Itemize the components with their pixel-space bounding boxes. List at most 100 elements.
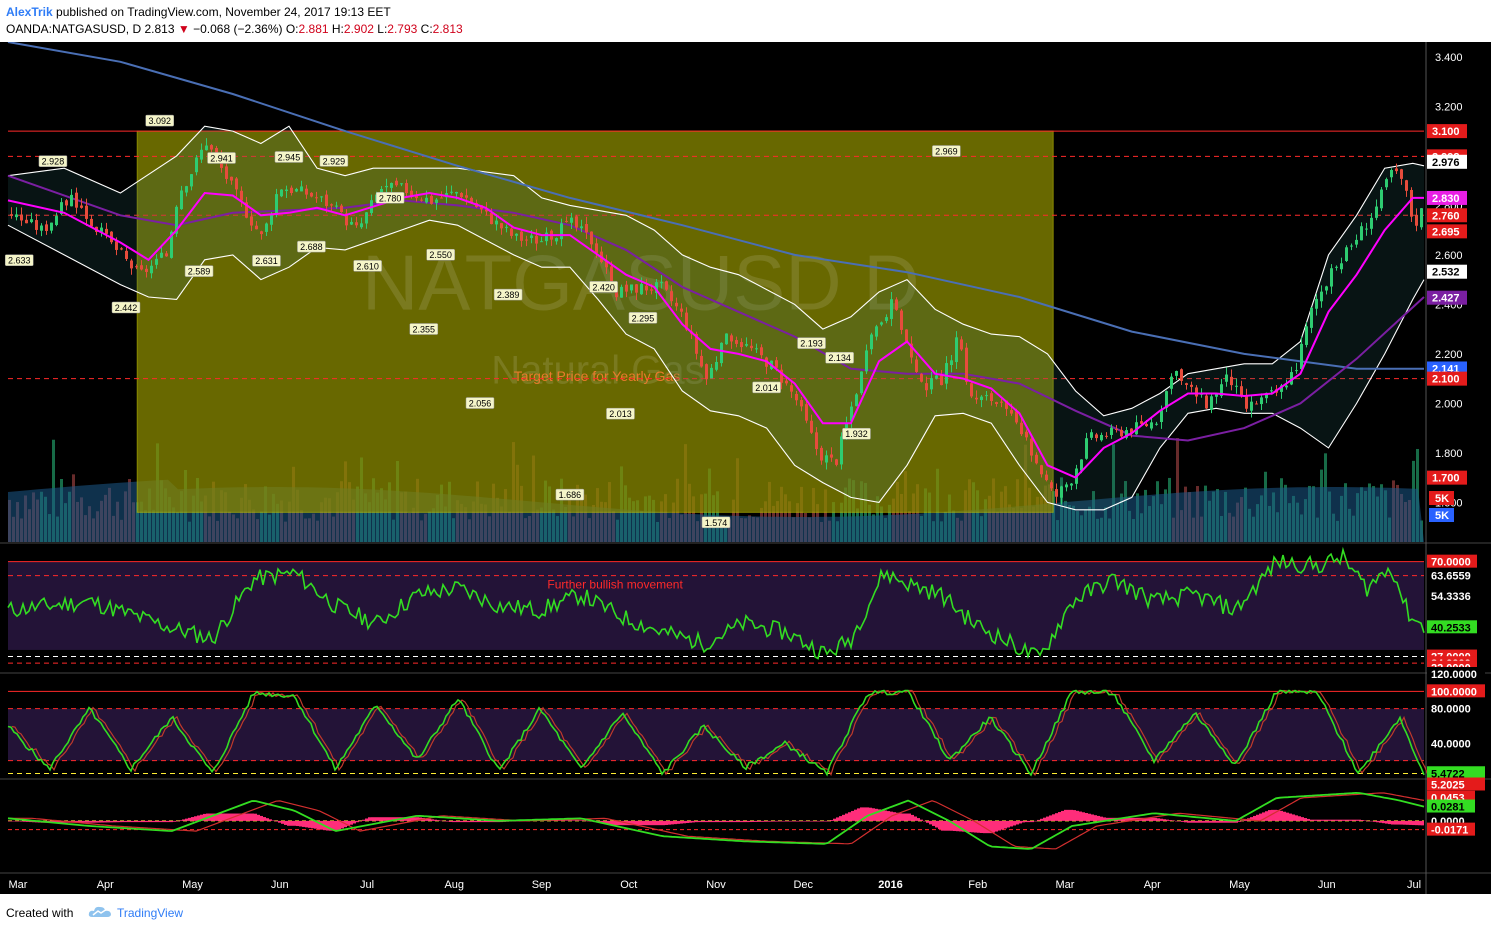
- macd-histogram-bar: [11, 820, 14, 822]
- macd-histogram-bar: [266, 818, 269, 821]
- candle-body: [115, 241, 118, 250]
- rsi-tag-label: 70.0000: [1431, 557, 1471, 569]
- candle-body: [495, 220, 498, 225]
- macd-histogram-bar: [1202, 820, 1205, 823]
- macd-histogram-bar: [920, 819, 923, 821]
- candle-body: [785, 380, 788, 384]
- candle-body: [980, 396, 983, 401]
- candle-body: [805, 404, 808, 421]
- candle-body: [85, 205, 88, 219]
- macd-histogram-bar: [773, 820, 776, 822]
- candle-body: [500, 223, 503, 229]
- macd-histogram-bar: [815, 820, 818, 822]
- candle-body: [905, 329, 908, 342]
- macd-histogram-bar: [824, 820, 827, 822]
- macd-histogram-bar: [905, 813, 908, 821]
- macd-histogram-bar: [854, 809, 857, 821]
- macd-histogram-bar: [917, 818, 920, 821]
- candle-body: [320, 196, 323, 198]
- macd-histogram-bar: [764, 820, 767, 822]
- candle-body: [740, 342, 743, 348]
- swing-label: 2.688: [297, 240, 326, 253]
- candle-body: [1155, 423, 1158, 425]
- macd-histogram-bar: [737, 820, 740, 823]
- candle-body: [440, 197, 443, 199]
- swing-label-text: 2.631: [255, 256, 278, 266]
- stoch-tag-label: 100.0000: [1431, 686, 1477, 698]
- candle-body: [735, 340, 738, 344]
- candle-body: [80, 205, 83, 208]
- candle-body: [1030, 438, 1033, 456]
- candle-body: [1305, 326, 1308, 345]
- macd-histogram-bar: [584, 820, 587, 822]
- candle-body: [725, 333, 728, 345]
- candle-body: [1010, 410, 1013, 414]
- macd-histogram-bar: [437, 820, 440, 821]
- candle-body: [400, 183, 403, 185]
- candle-body: [1050, 482, 1053, 489]
- created-with-label: Created with: [6, 906, 74, 920]
- macd-histogram-bar: [1157, 818, 1160, 821]
- candle-body: [920, 373, 923, 382]
- macd-histogram-bar: [785, 820, 788, 822]
- time-axis-label: Sep: [532, 879, 552, 891]
- macd-histogram-bar: [941, 820, 944, 831]
- candle-body: [1395, 168, 1398, 172]
- candle-body: [1085, 438, 1088, 459]
- macd-histogram-bar: [1049, 815, 1052, 821]
- tradingview-cloud-icon[interactable]: [88, 905, 112, 919]
- symbol-name[interactable]: OANDA:NATGASUSD, D: [6, 22, 141, 36]
- macd-histogram-bar: [818, 820, 821, 822]
- macd-histogram-bar: [800, 820, 803, 822]
- candle-body: [995, 402, 998, 404]
- macd-histogram-bar: [662, 820, 665, 826]
- candle-body: [510, 228, 513, 236]
- macd-histogram-bar: [1370, 820, 1373, 822]
- footer: Created with TradingView: [0, 894, 1491, 931]
- candle-body: [1225, 374, 1228, 382]
- candle-body: [1110, 427, 1113, 435]
- macd-histogram-bar: [1340, 819, 1343, 821]
- macd-histogram-bar: [260, 815, 263, 821]
- swing-label: 2.442: [111, 301, 141, 314]
- author-link[interactable]: AlexTrik: [6, 5, 53, 19]
- macd-histogram-bar: [572, 820, 575, 821]
- candle-body: [330, 204, 333, 206]
- candle-body: [585, 224, 588, 233]
- candle-body: [990, 393, 993, 402]
- swing-label-text: 2.780: [379, 193, 402, 203]
- candle-body: [775, 360, 778, 368]
- swing-label: 2.610: [353, 260, 382, 272]
- macd-histogram-bar: [452, 820, 455, 823]
- candle-body: [130, 260, 133, 269]
- time-axis-label: Feb: [968, 879, 987, 891]
- candle-body: [1240, 386, 1243, 396]
- candle-body: [1410, 189, 1413, 217]
- tradingview-brand-link[interactable]: TradingView: [117, 906, 183, 920]
- chart-svg[interactable]: NATGASUSD DNatural GasTarget Price for Y…: [0, 42, 1491, 894]
- macd-histogram-bar: [581, 820, 584, 821]
- chart-area[interactable]: NATGASUSD D Natural Gas Target Price for Y…: [0, 42, 1491, 894]
- macd-histogram-bar: [944, 820, 947, 831]
- macd-histogram-bar: [1088, 813, 1091, 821]
- macd-histogram-bar: [716, 820, 719, 823]
- candle-body: [745, 344, 748, 346]
- candle-body: [875, 326, 878, 337]
- macd-histogram-bar: [1190, 820, 1193, 823]
- macd-histogram-bar: [113, 820, 116, 823]
- candle-body: [1300, 343, 1303, 370]
- volume-tag-label: 5K: [1435, 510, 1449, 522]
- candle-body: [465, 195, 468, 198]
- swing-label-text: 2.589: [188, 267, 211, 277]
- candle-body: [860, 371, 863, 394]
- macd-histogram-bar: [1313, 819, 1316, 821]
- candle-body: [1380, 189, 1383, 209]
- macd-histogram-bar: [1394, 820, 1397, 825]
- macd-histogram-bar: [806, 820, 809, 822]
- swing-label-text: 2.633: [8, 256, 31, 266]
- macd-histogram-bar: [1403, 820, 1406, 825]
- price-tag-label: 2.760: [1432, 210, 1460, 222]
- macd-histogram-bar: [713, 820, 716, 823]
- candle-body: [35, 220, 38, 230]
- candle-body: [750, 345, 753, 349]
